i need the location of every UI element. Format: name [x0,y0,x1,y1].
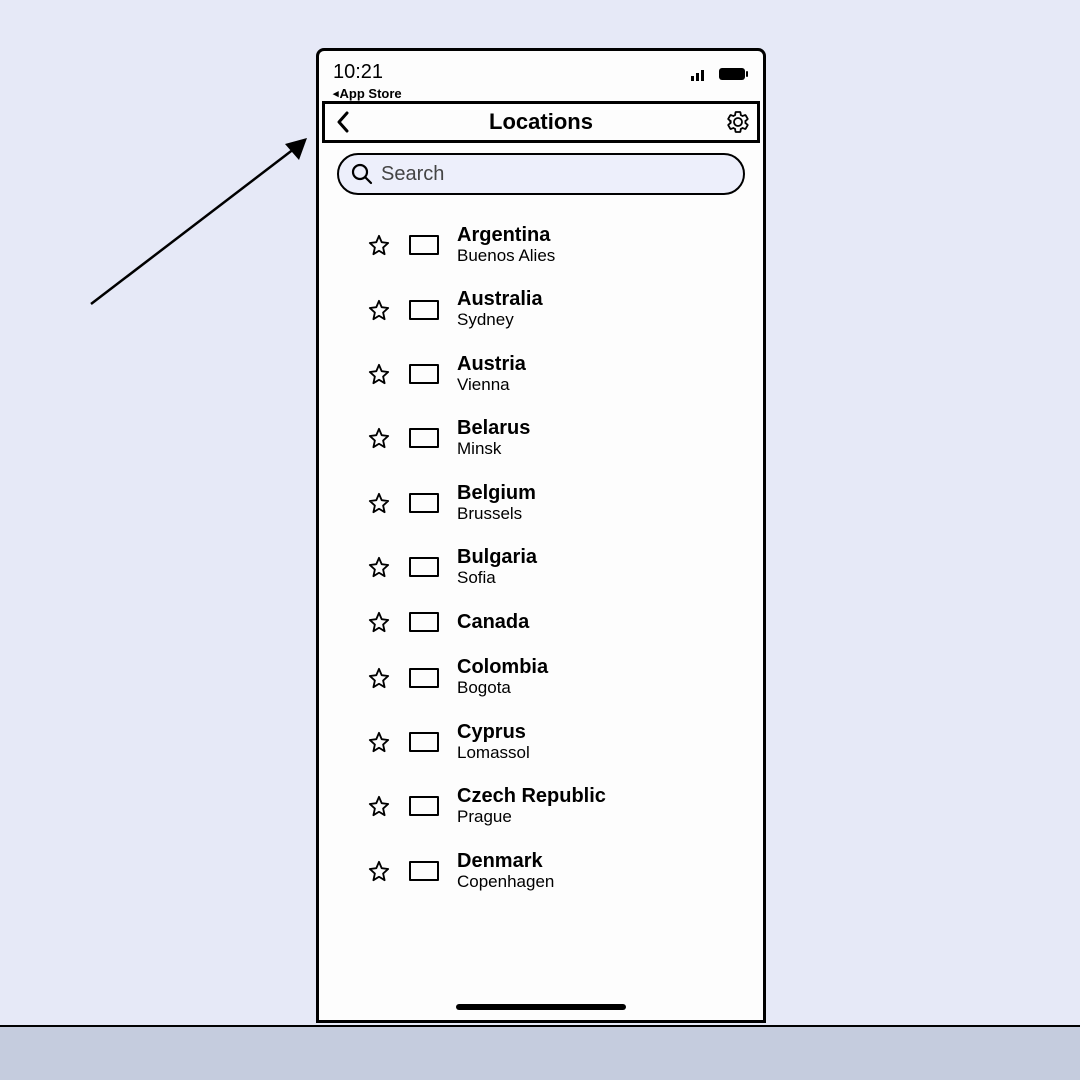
chevron-left-icon [335,110,351,134]
location-text: DenmarkCopenhagen [457,850,554,892]
flag-icon [409,732,439,752]
favorite-button[interactable] [367,233,391,257]
status-time: 10:21 [333,61,402,84]
signal-icon [691,67,711,81]
search-box[interactable] [337,153,745,195]
flag-icon [409,612,439,632]
location-name: Cyprus [457,721,530,743]
list-item[interactable]: Czech RepublicPrague [319,774,763,838]
favorite-button[interactable] [367,610,391,634]
flag-icon [409,861,439,881]
star-icon [368,860,390,882]
location-text: BulgariaSofia [457,546,537,588]
home-indicator[interactable] [456,1004,626,1010]
settings-button[interactable] [725,109,751,135]
star-icon [368,234,390,256]
list-item[interactable]: BelgiumBrussels [319,471,763,535]
flag-icon [409,493,439,513]
favorite-button[interactable] [367,555,391,579]
list-item[interactable]: BelarusMinsk [319,406,763,470]
flag-icon [409,796,439,816]
location-city: Bogota [457,678,548,698]
location-text: Czech RepublicPrague [457,785,606,827]
favorite-button[interactable] [367,491,391,515]
list-item[interactable]: BulgariaSofia [319,535,763,599]
search-icon [351,163,373,185]
star-icon [368,556,390,578]
flag-icon [409,364,439,384]
location-text: CyprusLomassol [457,721,530,763]
phone-frame: 10:21 App Store [316,48,766,1023]
location-text: ColombiaBogota [457,656,548,698]
favorite-button[interactable] [367,794,391,818]
favorite-button[interactable] [367,859,391,883]
flag-icon [409,300,439,320]
list-item[interactable]: ArgentinaBuenos Alies [319,213,763,277]
location-city: Sofia [457,568,537,588]
star-icon [368,667,390,689]
location-text: BelarusMinsk [457,417,530,459]
bottom-strip [0,1027,1080,1080]
star-icon [368,492,390,514]
location-city: Buenos Alies [457,246,555,266]
list-item[interactable]: CyprusLomassol [319,710,763,774]
location-text: ArgentinaBuenos Alies [457,224,555,266]
favorite-button[interactable] [367,426,391,450]
location-name: Argentina [457,224,555,246]
favorite-button[interactable] [367,666,391,690]
gear-icon [726,110,750,134]
location-city: Minsk [457,439,530,459]
location-name: Australia [457,288,543,310]
location-name: Denmark [457,850,554,872]
flag-icon [409,235,439,255]
flag-icon [409,668,439,688]
star-icon [368,731,390,753]
location-text: AustriaVienna [457,353,526,395]
list-item[interactable]: AustriaVienna [319,342,763,406]
back-button[interactable] [331,110,355,134]
flag-icon [409,557,439,577]
favorite-button[interactable] [367,298,391,322]
location-name: Czech Republic [457,785,606,807]
location-name: Bulgaria [457,546,537,568]
location-city: Lomassol [457,743,530,763]
location-name: Belarus [457,417,530,439]
location-text: AustraliaSydney [457,288,543,330]
flag-icon [409,428,439,448]
star-icon [368,299,390,321]
location-city: Sydney [457,310,543,330]
favorite-button[interactable] [367,730,391,754]
search-container [319,143,763,205]
search-input[interactable] [381,163,731,186]
baseline-rule [0,1025,1080,1027]
locations-list: ArgentinaBuenos AliesAustraliaSydneyAust… [319,205,763,911]
star-icon [368,795,390,817]
list-item[interactable]: DenmarkCopenhagen [319,839,763,903]
location-name: Belgium [457,482,536,504]
battery-icon [719,67,749,81]
location-text: Canada [457,611,529,633]
list-item[interactable]: Canada [319,599,763,645]
status-bar: 10:21 App Store [319,51,763,101]
star-icon [368,427,390,449]
location-name: Austria [457,353,526,375]
nav-bar: Locations [322,101,760,143]
star-icon [368,611,390,633]
location-name: Canada [457,611,529,633]
location-city: Copenhagen [457,872,554,892]
annotation-arrow-icon [85,130,315,310]
favorite-button[interactable] [367,362,391,386]
location-text: BelgiumBrussels [457,482,536,524]
location-city: Vienna [457,375,526,395]
list-item[interactable]: AustraliaSydney [319,277,763,341]
back-to-app-link[interactable]: App Store [333,86,402,101]
page-title: Locations [489,109,593,135]
location-name: Colombia [457,656,548,678]
star-icon [368,363,390,385]
list-item[interactable]: ColombiaBogota [319,645,763,709]
location-city: Brussels [457,504,536,524]
location-city: Prague [457,807,606,827]
